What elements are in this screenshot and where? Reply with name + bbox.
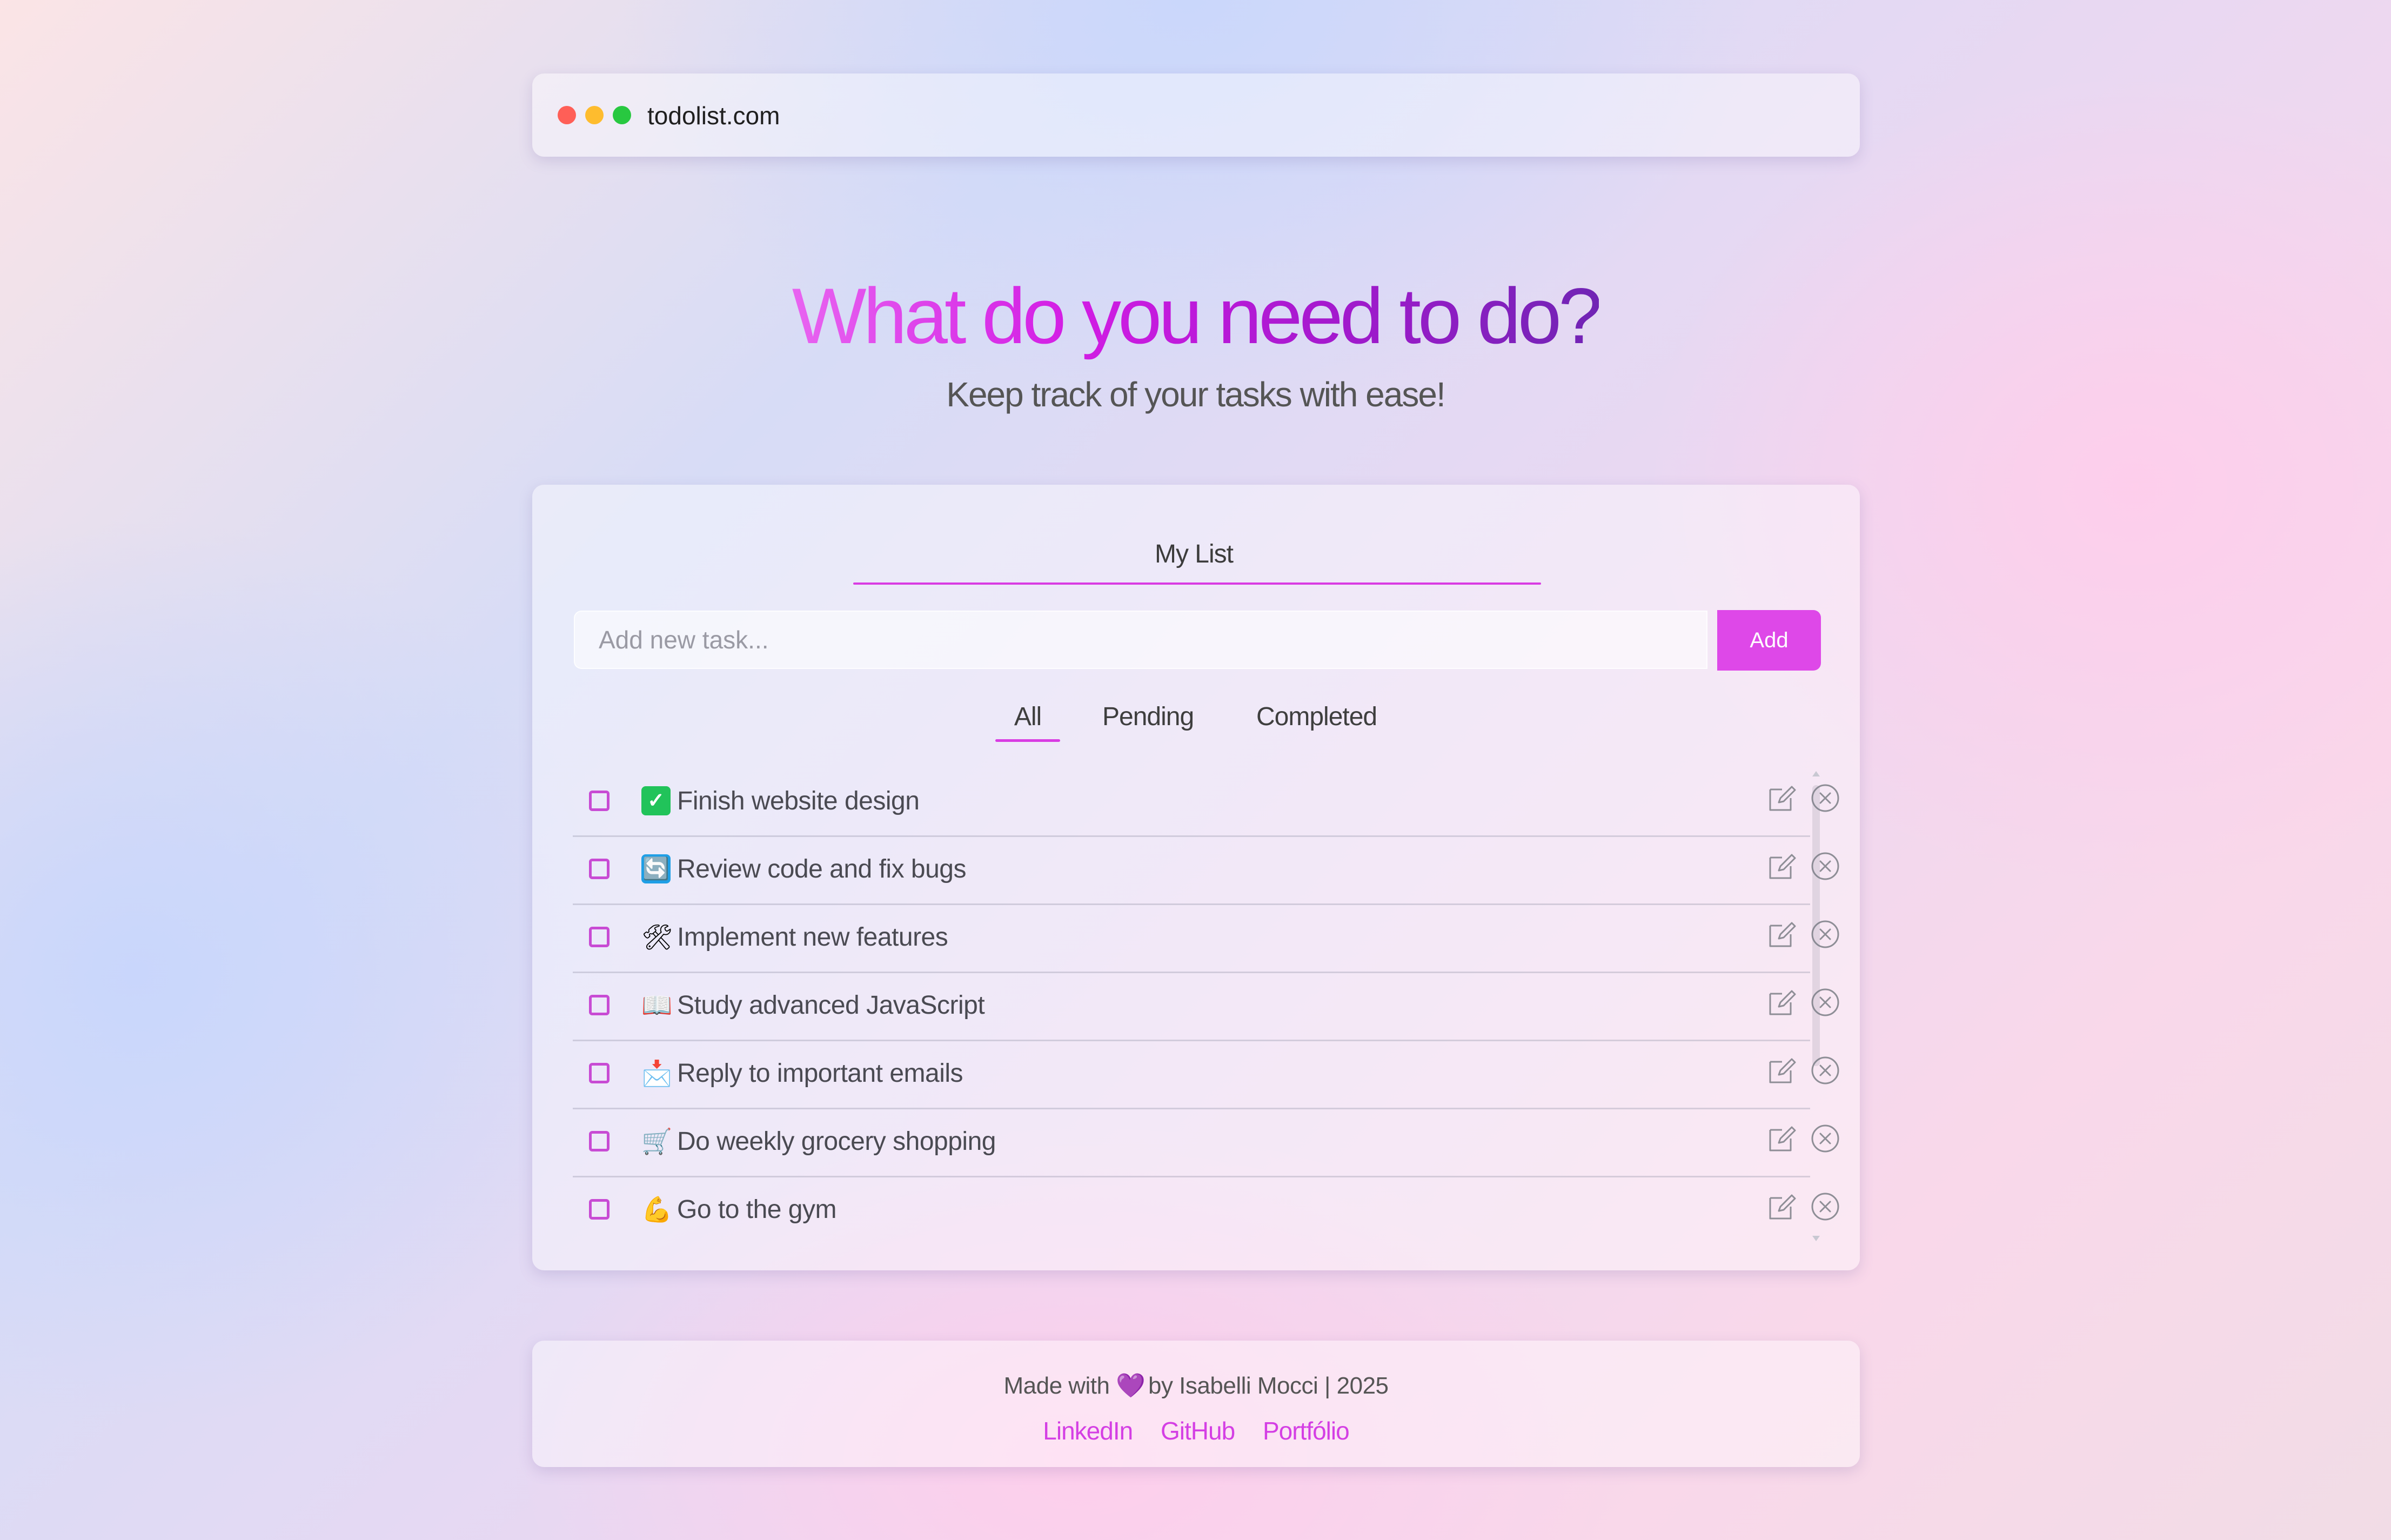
new-task-input[interactable]	[574, 611, 1707, 669]
task-list-scrollbar[interactable]	[1810, 771, 1822, 1241]
open-book-emoji: 📖	[641, 991, 673, 1019]
tab-all[interactable]: All	[995, 701, 1060, 733]
edit-icon[interactable]	[1766, 918, 1798, 950]
footer-links: LinkedIn GitHub Portfólio	[532, 1415, 1860, 1447]
task-text: Implement new features	[677, 923, 948, 952]
task-row: 🔄 Review code and fix bugs	[573, 837, 1839, 905]
tab-pending[interactable]: Pending	[1102, 701, 1194, 733]
edit-icon[interactable]	[1766, 850, 1798, 882]
flexed-biceps-emoji: 💪	[641, 1195, 673, 1223]
task-text: Finish website design	[677, 787, 920, 815]
task-text: Study advanced JavaScript	[677, 991, 985, 1020]
task-checkbox[interactable]	[589, 1199, 610, 1220]
task-checkbox[interactable]	[589, 859, 610, 879]
address-url[interactable]: todolist.com	[647, 99, 780, 132]
footer-credit: Made with 💜 by Isabelli Mocci | 2025	[532, 1370, 1860, 1402]
close-window-dot[interactable]	[558, 106, 576, 124]
page-subtitle: Keep track of your tasks with ease!	[946, 375, 1445, 414]
list-title: My List	[1154, 540, 1234, 568]
task-text: Do weekly grocery shopping	[677, 1127, 996, 1156]
footer-made-prefix: Made with	[1003, 1372, 1110, 1399]
edit-icon[interactable]	[1766, 782, 1798, 814]
task-row: 💪 Go to the gym	[573, 1177, 1839, 1246]
envelope-arrow-emoji: 📩	[641, 1059, 673, 1087]
scroll-down-arrow-icon[interactable]	[1812, 1236, 1820, 1241]
task-text: Review code and fix bugs	[677, 855, 966, 883]
linkedin-link[interactable]: LinkedIn	[1043, 1417, 1133, 1445]
add-task-button[interactable]: Add	[1717, 610, 1821, 671]
shopping-cart-emoji: 🛒	[641, 1127, 673, 1155]
edit-icon[interactable]	[1766, 986, 1798, 1019]
page-title: What do you need to do?	[0, 267, 2391, 365]
footer-made-suffix: by Isabelli Mocci | 2025	[1148, 1372, 1389, 1399]
task-row: 🛒 Do weekly grocery shopping	[573, 1109, 1839, 1177]
heart-icon: 💜	[1116, 1372, 1146, 1399]
task-checkbox[interactable]	[589, 1063, 610, 1083]
task-checkbox[interactable]	[589, 1131, 610, 1151]
task-checkbox[interactable]	[589, 995, 610, 1015]
task-text: Reply to important emails	[677, 1059, 963, 1088]
portfolio-link[interactable]: Portfólio	[1263, 1417, 1350, 1445]
footer: Made with 💜 by Isabelli Mocci | 2025 Lin…	[532, 1341, 1860, 1467]
task-list: ✓ Finish website design 🔄 Review code and f…	[573, 769, 1839, 1246]
task-row: 🛠 Implement new features	[573, 905, 1839, 973]
task-checkbox[interactable]	[589, 791, 610, 811]
task-checkbox[interactable]	[589, 927, 610, 947]
hammer-and-wrench-emoji: 🛠	[641, 923, 673, 951]
page-title-text: What do you need to do?	[792, 272, 1603, 360]
github-link[interactable]: GitHub	[1161, 1417, 1235, 1445]
task-row: 📖 Study advanced JavaScript	[573, 973, 1839, 1041]
todo-card: My List Add All Pending Completed ✓Finis…	[532, 485, 1860, 1270]
task-row: ✓ Finish website design	[573, 769, 1839, 837]
tab-completed[interactable]: Completed	[1256, 701, 1377, 733]
maximize-window-dot[interactable]	[613, 106, 631, 124]
list-title-underline	[853, 582, 1541, 585]
task-text: Go to the gym	[677, 1195, 836, 1224]
minimize-window-dot[interactable]	[585, 106, 604, 124]
active-tab-indicator	[995, 739, 1060, 742]
scroll-up-arrow-icon[interactable]	[1812, 771, 1820, 776]
edit-icon[interactable]	[1766, 1122, 1798, 1155]
edit-icon[interactable]	[1766, 1190, 1798, 1223]
refresh-arrows-emoji: 🔄	[641, 854, 671, 883]
check-mark-button-emoji: ✓	[641, 786, 671, 815]
edit-icon[interactable]	[1766, 1054, 1798, 1087]
task-row: 📩 Reply to important emails	[573, 1041, 1839, 1109]
browser-bar: todolist.com	[532, 73, 1860, 157]
scrollbar-thumb[interactable]	[1812, 785, 1820, 1066]
